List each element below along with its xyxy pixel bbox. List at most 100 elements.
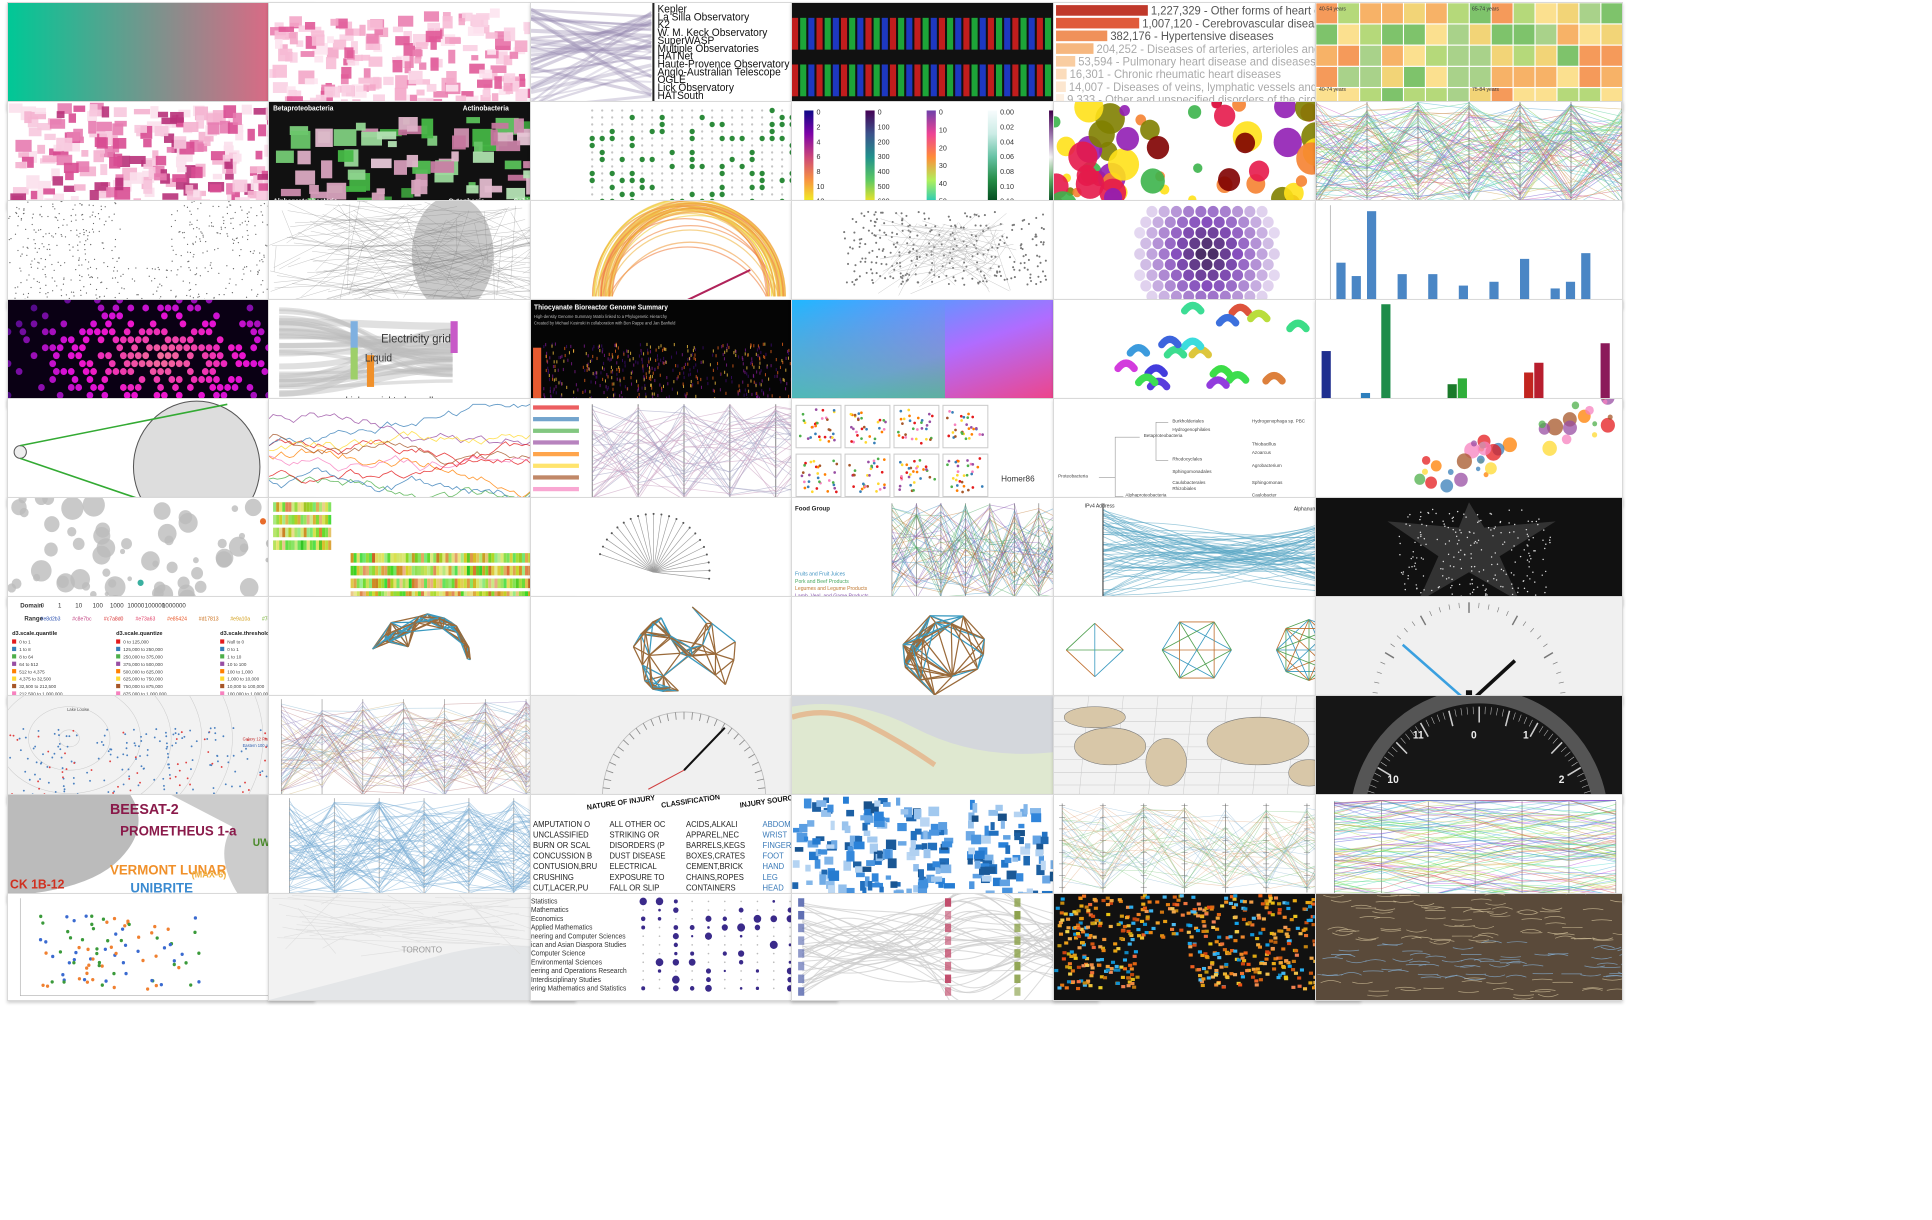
matrix-cell: [603, 361, 605, 366]
stipple-dot: [253, 250, 255, 252]
bubble: [177, 576, 190, 590]
matrix-cell: [712, 388, 714, 392]
heat-cell: [365, 553, 369, 563]
hex-bin: [1201, 237, 1213, 250]
matrix-cell: [660, 344, 662, 348]
node: [899, 272, 902, 275]
subpixel: [1004, 17, 1011, 50]
heat-cell: [503, 578, 507, 589]
stipple-dot: [9, 262, 11, 264]
star: [1545, 586, 1547, 588]
county-cell: [175, 156, 187, 168]
point: [956, 464, 960, 468]
point: [848, 463, 851, 467]
point: [913, 459, 916, 463]
treemap-cell: [1447, 23, 1470, 46]
stipple-dot: [72, 208, 74, 211]
stipple-dot: [257, 293, 259, 296]
stipple-dot: [81, 203, 83, 206]
node: [851, 217, 854, 221]
subpixel: [792, 17, 799, 50]
matrix-dot: [711, 144, 714, 147]
hex-bin: [67, 352, 75, 360]
matrix-cell: [649, 369, 651, 373]
matrix-dot: [641, 137, 644, 140]
gallery-thumbnail-bars-blue[interactable]: [1315, 200, 1623, 308]
node: [896, 241, 899, 244]
matrix-dot: [701, 109, 704, 112]
treemap-cell: [496, 140, 521, 152]
node: [874, 221, 877, 224]
stipple-dot: [262, 291, 264, 293]
heat-cell: [325, 502, 329, 512]
matrix-cell: [654, 378, 656, 383]
heat-cell: [322, 527, 326, 538]
matrix-dot: [701, 158, 704, 161]
heat-cell: [390, 578, 394, 589]
matrix-cell: [682, 382, 684, 386]
matrix-dot: [681, 193, 684, 196]
hex-bin: [190, 328, 198, 336]
matrix-cell: [619, 383, 621, 387]
matrix-cell: [691, 352, 693, 356]
range-value: #c7a8d0: [104, 616, 124, 622]
matrix-cell: [658, 362, 660, 366]
node: [843, 237, 846, 240]
county-cell: [44, 133, 56, 141]
stipple-dot: [208, 225, 210, 227]
legend-entry: 250,000 to 375,000: [123, 654, 163, 659]
gallery-thumbnail-stars-dark[interactable]: [1315, 497, 1623, 605]
stipple-dot: [63, 278, 65, 281]
matrix-cell: [648, 357, 650, 361]
gallery-thumbnail-bubble-scatter[interactable]: [1315, 398, 1623, 506]
star: [1519, 555, 1522, 558]
stipple-dot: [70, 214, 72, 217]
stipple-dot: [257, 272, 259, 274]
hex-bin: [209, 352, 217, 360]
stipple-dot: [152, 293, 154, 295]
matrix-dot: [621, 186, 624, 189]
stipple-dot: [45, 233, 47, 235]
matrix-cell: [658, 345, 660, 350]
matrix-cell: [755, 352, 757, 356]
treemap-cell: [466, 185, 479, 194]
matrix-dot: [631, 130, 634, 133]
treemap-cell: [310, 191, 328, 199]
star: [1417, 537, 1419, 539]
node: [1031, 238, 1034, 241]
gallery-thumbnail-parallel-colored[interactable]: [1315, 101, 1623, 209]
hex-bin: [1170, 227, 1182, 239]
heat-cell: [279, 540, 283, 550]
matrix-dot: [681, 172, 684, 175]
county-cell: [43, 188, 56, 195]
node: [858, 275, 861, 278]
county-cell: [96, 121, 112, 132]
matrix-cell: [614, 392, 616, 396]
edge: [910, 267, 973, 294]
matrix-cell: [787, 356, 789, 360]
matrix-dot: [751, 137, 754, 140]
matrix-dot: [621, 137, 624, 140]
point: [810, 490, 814, 494]
county-cell: [154, 125, 169, 137]
gallery-thumbnail-bars-colored[interactable]: [1315, 299, 1623, 407]
matrix-dot: [701, 193, 704, 196]
star: [1500, 531, 1502, 534]
treemap-cell: [1534, 45, 1558, 67]
matrix-dot: [761, 130, 764, 133]
gallery-thumbnail-treemap-warm[interactable]: 40-54 years 65-74 years 40-74 years 75-84 y…: [1315, 2, 1623, 110]
matrix-cell: [665, 360, 667, 364]
treemap-cell: [1337, 66, 1360, 88]
stipple-dot: [202, 234, 204, 236]
branch: [611, 532, 654, 573]
stipple-dot: [120, 275, 122, 277]
matrix-cell: [696, 369, 699, 373]
heat-cell: [466, 578, 470, 589]
star: [1544, 547, 1546, 550]
heat-cell: [297, 527, 301, 538]
hex-bin: [1177, 216, 1189, 228]
county-cell: [518, 73, 526, 81]
leaf: [668, 515, 671, 518]
stipple-dot: [250, 270, 252, 272]
point: [970, 472, 974, 476]
